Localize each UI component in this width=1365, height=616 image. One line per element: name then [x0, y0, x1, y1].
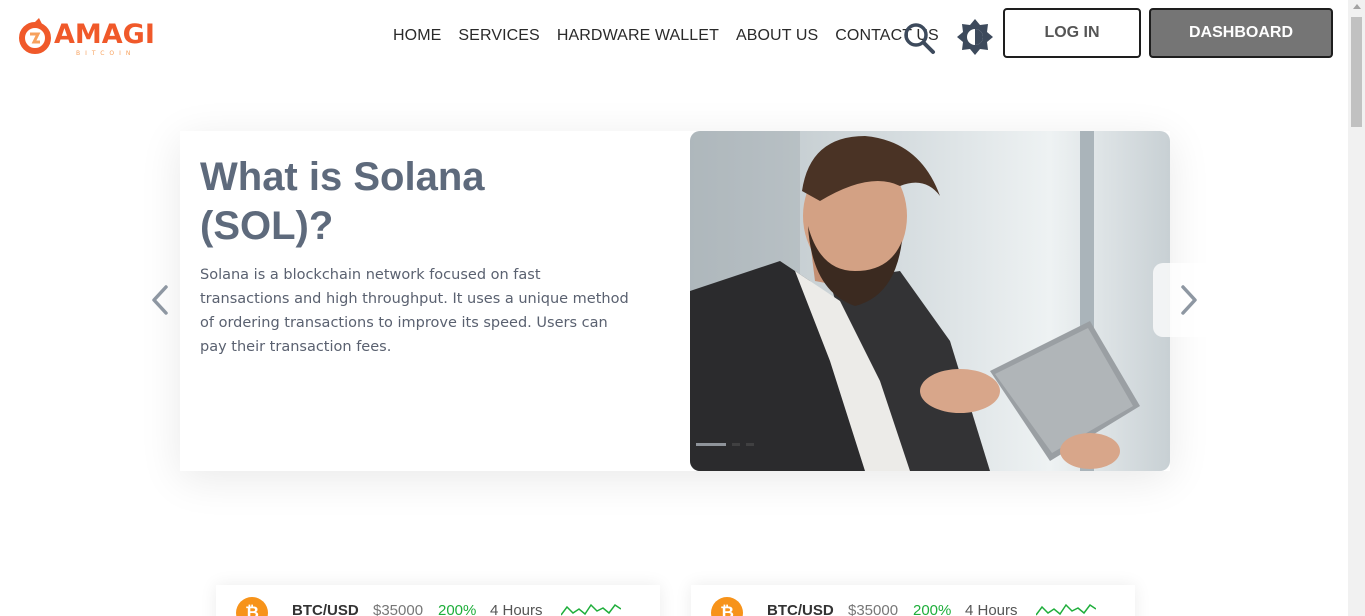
- sparkline-icon: [561, 603, 621, 616]
- ticker-period: 4 Hours: [490, 602, 543, 616]
- indicator-active[interactable]: [696, 443, 726, 446]
- chevron-left-icon: [152, 285, 168, 315]
- login-button[interactable]: LOG IN: [1003, 8, 1141, 58]
- ticker-pair: BTC/USD: [292, 602, 359, 616]
- carousel-indicators: [696, 443, 754, 446]
- ticker-period: 4 Hours: [965, 602, 1018, 616]
- ticker-price: $35000: [848, 602, 899, 616]
- carousel-next-button[interactable]: [1153, 263, 1225, 337]
- ticker-change: 200%: [438, 602, 477, 616]
- brand-tagline: BITCOIN: [76, 50, 136, 57]
- slide-text: What is Solana (SOL)? Solana is a blockc…: [200, 153, 660, 359]
- indicator[interactable]: [732, 443, 740, 446]
- scroll-up-arrow-icon[interactable]: [1353, 4, 1361, 9]
- ticker-card[interactable]: ₿ BTC/USD $35000 200% 4 Hours: [216, 585, 660, 616]
- carousel-prev-button[interactable]: [140, 263, 180, 337]
- nav-hardware-wallet[interactable]: HARDWARE WALLET: [557, 27, 719, 45]
- man-with-tablet-photo: [690, 131, 1170, 471]
- nav-home[interactable]: HOME: [393, 27, 441, 45]
- scroll-thumb[interactable]: [1351, 17, 1362, 127]
- dashboard-button[interactable]: DASHBOARD: [1149, 8, 1333, 58]
- ticker-price: $35000: [373, 602, 424, 616]
- nav-about-us[interactable]: ABOUT US: [736, 27, 818, 45]
- ticker-pair: BTC/USD: [767, 602, 834, 616]
- slide-title: What is Solana (SOL)?: [200, 155, 485, 248]
- main-nav: HOME SERVICES HARDWARE WALLET ABOUT US C…: [393, 24, 956, 48]
- slide-image: [690, 131, 1170, 471]
- nav-services[interactable]: SERVICES: [458, 27, 539, 45]
- sparkline-icon: [1036, 603, 1096, 616]
- slide-description: Solana is a blockchain network focused o…: [200, 267, 629, 355]
- hero-carousel: What is Solana (SOL)? Solana is a blockc…: [180, 131, 1170, 471]
- page-scrollbar[interactable]: [1348, 0, 1365, 616]
- bitcoin-icon: ₿: [711, 597, 743, 616]
- brand-name: AMAGI: [54, 19, 155, 50]
- amagi-logo-icon: [19, 18, 51, 54]
- brand-logo[interactable]: AMAGI BITCOIN: [18, 16, 168, 60]
- ticker-card[interactable]: ₿ BTC/USD $35000 200% 4 Hours: [691, 585, 1135, 616]
- ticker-change: 200%: [913, 602, 952, 616]
- chevron-right-icon: [1181, 285, 1197, 315]
- indicator[interactable]: [746, 443, 754, 446]
- search-icon[interactable]: [902, 21, 936, 55]
- theme-toggle-icon[interactable]: [956, 18, 994, 56]
- bitcoin-icon: ₿: [236, 597, 268, 616]
